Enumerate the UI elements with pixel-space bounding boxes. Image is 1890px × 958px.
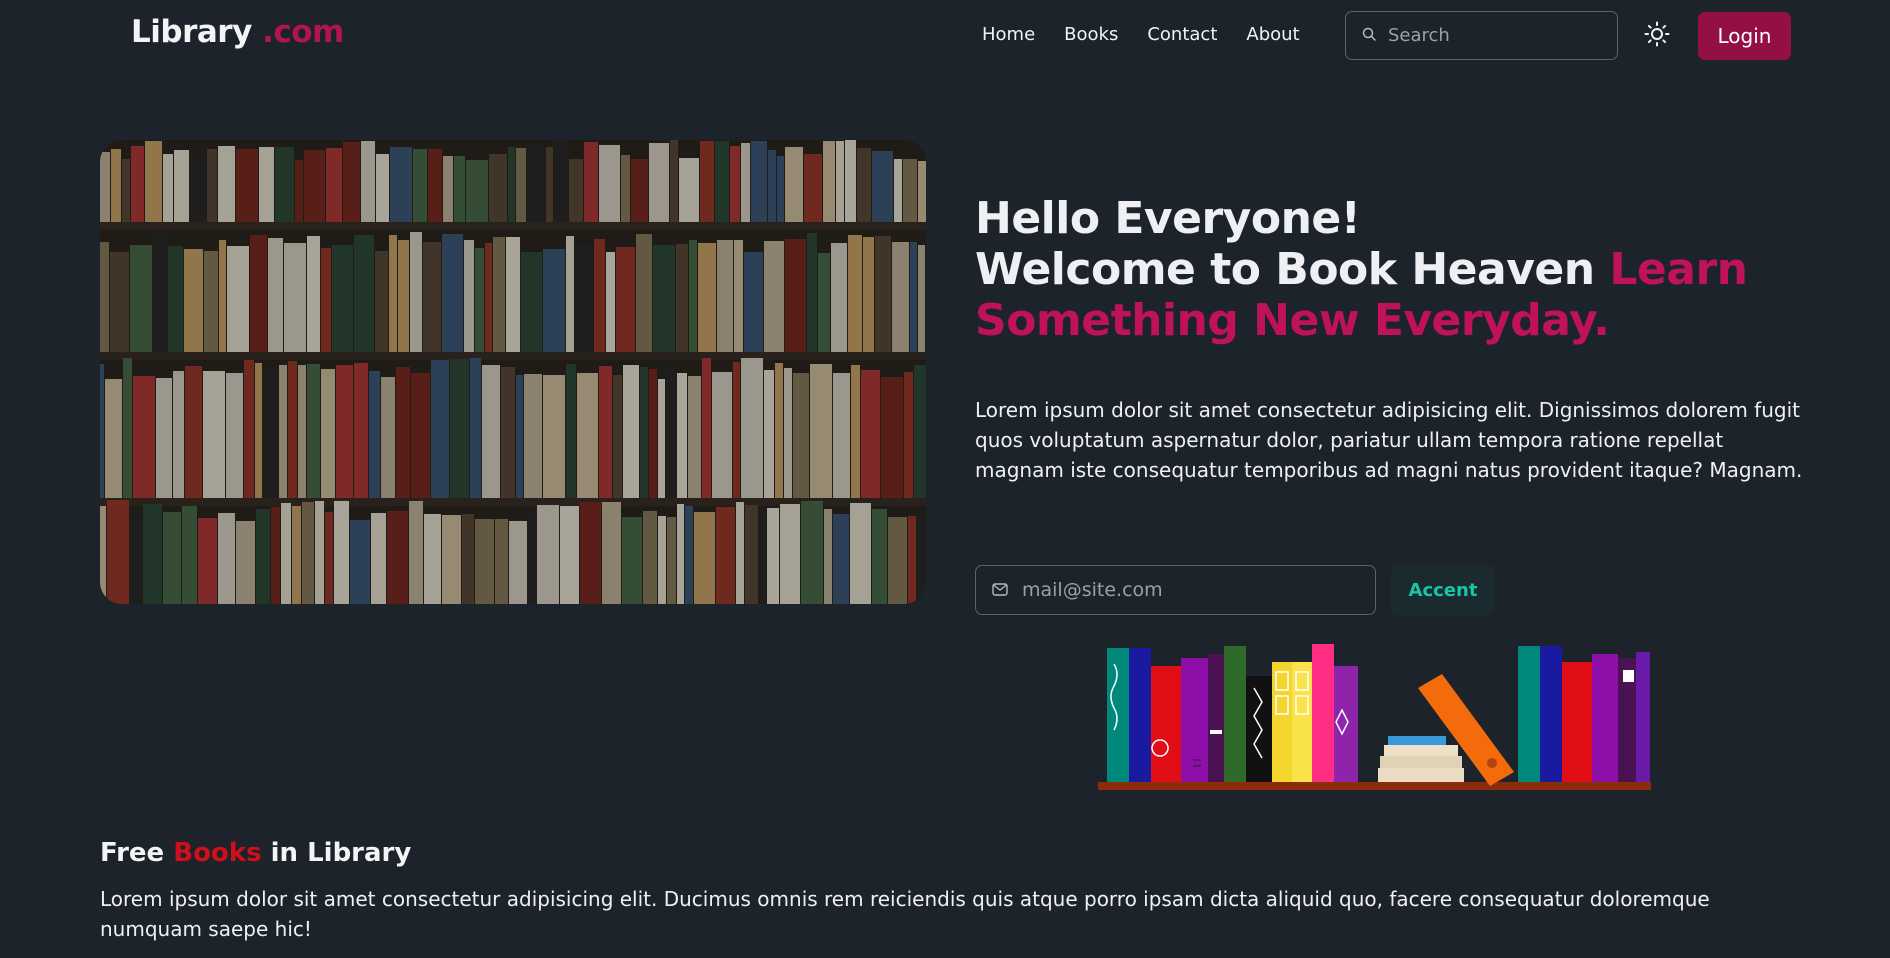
section-title: Free Books in Library — [100, 838, 411, 868]
hero-greeting: Hello Everyone! — [975, 193, 1361, 244]
brand-logo[interactable]: Library .com — [131, 14, 344, 50]
hero-welcome: Welcome to Book Heaven — [975, 244, 1610, 295]
accent-button[interactable]: Accent — [1391, 565, 1495, 615]
hero-description: Lorem ipsum dolor sit amet consectetur a… — [975, 398, 1803, 482]
nav-link-home[interactable]: Home — [982, 24, 1035, 45]
bookshelf-illustration — [1098, 640, 1653, 792]
nav-link-about[interactable]: About — [1246, 24, 1299, 45]
email-input[interactable] — [1020, 578, 1350, 602]
navbar: Library .com Home Books Contact About Se… — [0, 0, 1890, 72]
sun-icon — [1644, 21, 1670, 51]
section-title-prefix: Free — [100, 838, 174, 868]
nav-link-contact[interactable]: Contact — [1147, 24, 1217, 45]
theme-toggle[interactable] — [1643, 21, 1671, 51]
login-button[interactable]: Login — [1698, 12, 1791, 60]
search-box[interactable] — [1345, 11, 1618, 60]
section-description: Lorem ipsum dolor sit amet consectetur a… — [100, 887, 1710, 941]
mail-icon — [992, 581, 1008, 600]
nav-link-books[interactable]: Books — [1064, 24, 1118, 45]
section-title-suffix: in Library — [261, 838, 412, 868]
section-title-highlight: Books — [173, 838, 262, 868]
hero-library-image — [100, 140, 926, 604]
brand-name: Library — [131, 14, 252, 50]
hero-title: Hello Everyone! Welcome to Book Heaven L… — [975, 193, 1835, 346]
brand-suffix: .com — [251, 14, 344, 50]
search-input[interactable] — [1386, 24, 1586, 47]
email-field[interactable] — [975, 565, 1376, 615]
nav-links: Home Books Contact About — [982, 24, 1329, 45]
search-icon — [1362, 26, 1376, 45]
